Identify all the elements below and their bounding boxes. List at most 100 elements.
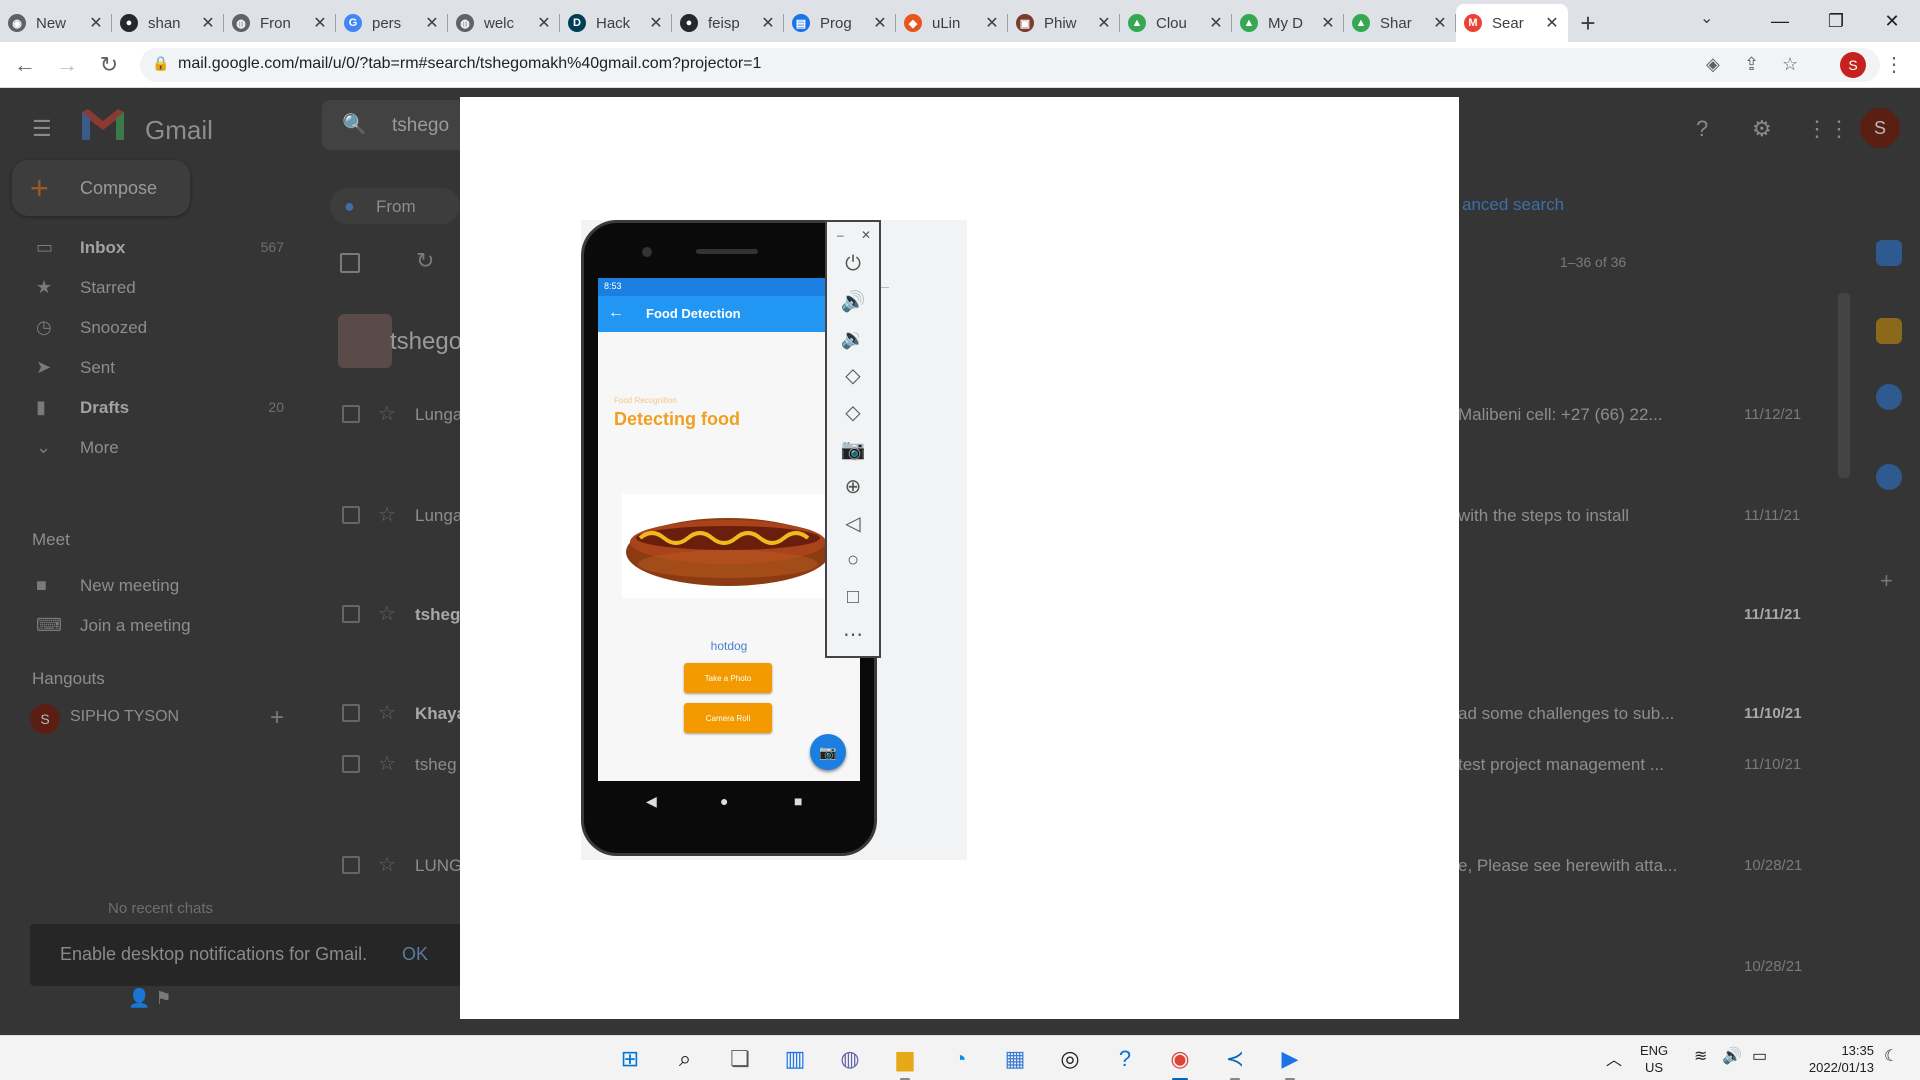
star-icon[interactable]: ☆ [378,401,396,426]
hangouts-user-name[interactable]: SIPHO TYSON [70,708,179,726]
wifi-icon[interactable]: ≋ [1694,1046,1707,1066]
close-tab-icon[interactable]: ✕ [1320,13,1336,33]
camera-icon[interactable]: 📷 [839,435,867,463]
browser-tab[interactable]: ● shan ✕ [112,4,224,42]
new-meeting-item[interactable]: ■ New meeting [0,568,300,604]
nav-item-more[interactable]: ⌄ More [0,430,300,466]
profile-avatar[interactable]: S [1840,52,1866,78]
home-icon[interactable]: ○ [839,546,867,574]
refresh-icon[interactable]: ↻ [416,248,434,274]
clock[interactable]: 13:35 2022/01/13 [1794,1042,1874,1076]
browser-tab[interactable]: M Sear ✕ [1456,4,1568,42]
settings-gear-icon[interactable]: ⚙ [1752,116,1772,142]
nav-item-sent[interactable]: ➤ Sent [0,350,300,386]
back-icon[interactable]: ◁ [839,509,867,537]
row-checkbox[interactable] [342,704,360,722]
compose-button[interactable]: + Compose [12,160,190,216]
row-checkbox[interactable] [342,755,360,773]
new-tab-button[interactable]: + [1568,4,1608,42]
browser-tab[interactable]: ◍ welc ✕ [448,4,560,42]
help-icon[interactable]: ? [1696,116,1708,142]
from-filter-chip[interactable]: ● From [330,188,460,224]
share-icon[interactable]: ⇪ [1744,54,1759,75]
help-icon[interactable]: ? [1108,1042,1142,1076]
show-hidden-icons-icon[interactable]: ︿ [1606,1046,1622,1070]
volume-down-icon[interactable]: 🔉 [839,324,867,352]
close-tab-icon[interactable]: ✕ [872,13,888,33]
browser-tab[interactable]: Gpers ✕ [336,4,448,42]
apps-grid-icon[interactable]: ⋮⋮ [1806,116,1850,142]
tab-search-icon[interactable]: ⌄ [1700,8,1713,28]
restore-button[interactable]: ❐ [1808,0,1864,42]
row-checkbox[interactable] [342,856,360,874]
nav-item-drafts[interactable]: ▮ Drafts 20 [0,390,300,426]
star-icon[interactable]: ☆ [378,700,396,725]
keep-icon[interactable] [1876,318,1902,344]
contacts-rail-icon[interactable] [1876,464,1902,490]
emulator-minimize-icon[interactable]: – [837,228,844,242]
input-language[interactable]: ENG US [1640,1042,1668,1076]
media-icon[interactable]: ▶ [1273,1042,1307,1080]
star-icon[interactable]: ☆ [378,502,396,527]
browser-tab[interactable]: D Hack ✕ [560,4,672,42]
windows-start-icon[interactable]: ⊞ [613,1042,647,1076]
minimize-button[interactable]: — [1752,0,1808,42]
calendar-icon[interactable] [1876,240,1902,266]
browser-tab[interactable]: ▲ Shar ✕ [1344,4,1456,42]
teams-chat-icon[interactable]: ◍ [833,1042,867,1076]
bookmark-star-icon[interactable]: ☆ [1782,54,1798,75]
browser-tab[interactable]: ▣ Phiw ✕ [1008,4,1120,42]
nav-home-icon[interactable]: ● [720,793,728,809]
nav-recents-icon[interactable]: ■ [794,793,802,809]
browser-menu-icon[interactable]: ⋮ [1884,52,1904,77]
contacts-icon[interactable]: 👤 ⚑ [128,988,172,1009]
widgets-icon[interactable]: ▥ [778,1042,812,1076]
battery-icon[interactable]: ▭ [1752,1046,1767,1066]
close-tab-icon[interactable]: ✕ [1208,13,1224,33]
browser-tab[interactable]: ● feisp ✕ [672,4,784,42]
close-tab-icon[interactable]: ✕ [1096,13,1112,33]
back-button[interactable]: ← [10,50,40,80]
close-tab-icon[interactable]: ✕ [1544,13,1560,33]
more-icon[interactable]: ⋯ [839,620,867,648]
nav-item-snoozed[interactable]: ◷ Snoozed [0,310,300,346]
close-tab-icon[interactable]: ✕ [648,13,664,33]
address-bar[interactable]: 🔒 mail.google.com/mail/u/0/?tab=rm#searc… [140,48,1880,82]
edge-icon[interactable]: ◔ [943,1042,977,1076]
close-tab-icon[interactable]: ✕ [88,13,104,33]
account-avatar[interactable]: S [1860,108,1900,148]
overview-icon[interactable]: □ [839,583,867,611]
browser-tab[interactable]: ◉ New ✕ [0,4,112,42]
close-tab-icon[interactable]: ✕ [312,13,328,33]
star-icon[interactable]: ☆ [378,852,396,877]
browser-tab[interactable]: ▲ My D ✕ [1232,4,1344,42]
mail-scrollbar[interactable] [1838,293,1850,478]
close-tab-icon[interactable]: ✕ [424,13,440,33]
row-checkbox[interactable] [342,405,360,423]
row-checkbox[interactable] [342,605,360,623]
star-icon[interactable]: ☆ [378,751,396,776]
row-checkbox[interactable] [342,506,360,524]
select-all-checkbox[interactable] [340,253,360,273]
tasks-icon[interactable] [1876,384,1902,410]
volume-up-icon[interactable]: 🔊 [839,287,867,315]
emulator-close-icon[interactable]: ✕ [861,228,871,242]
close-window-button[interactable]: ✕ [1864,0,1920,42]
camera-roll-button[interactable]: Camera Roll [684,703,772,733]
add-chat-icon[interactable]: + [270,704,284,732]
main-menu-icon[interactable]: ☰ [32,116,52,142]
rotate-right-icon[interactable]: ◇ [839,398,867,426]
file-explorer-icon[interactable]: ▆ [888,1042,922,1080]
app-icon[interactable]: ◎ [1053,1042,1087,1076]
take-photo-button[interactable]: Take a Photo [684,663,772,693]
close-tab-icon[interactable]: ✕ [984,13,1000,33]
close-tab-icon[interactable]: ✕ [536,13,552,33]
hangouts-user-avatar[interactable]: S [30,704,60,734]
search-icon[interactable]: 🔍 [342,112,367,137]
search-icon[interactable]: ⌕ [668,1042,702,1076]
browser-tab[interactable]: ▤ Prog ✕ [784,4,896,42]
camera-fab-button[interactable]: 📷 [810,734,846,770]
add-addon-icon[interactable]: + [1880,568,1893,594]
app-back-arrow-icon[interactable]: ← [608,304,624,322]
power-icon[interactable]: ⏻ [839,250,867,278]
